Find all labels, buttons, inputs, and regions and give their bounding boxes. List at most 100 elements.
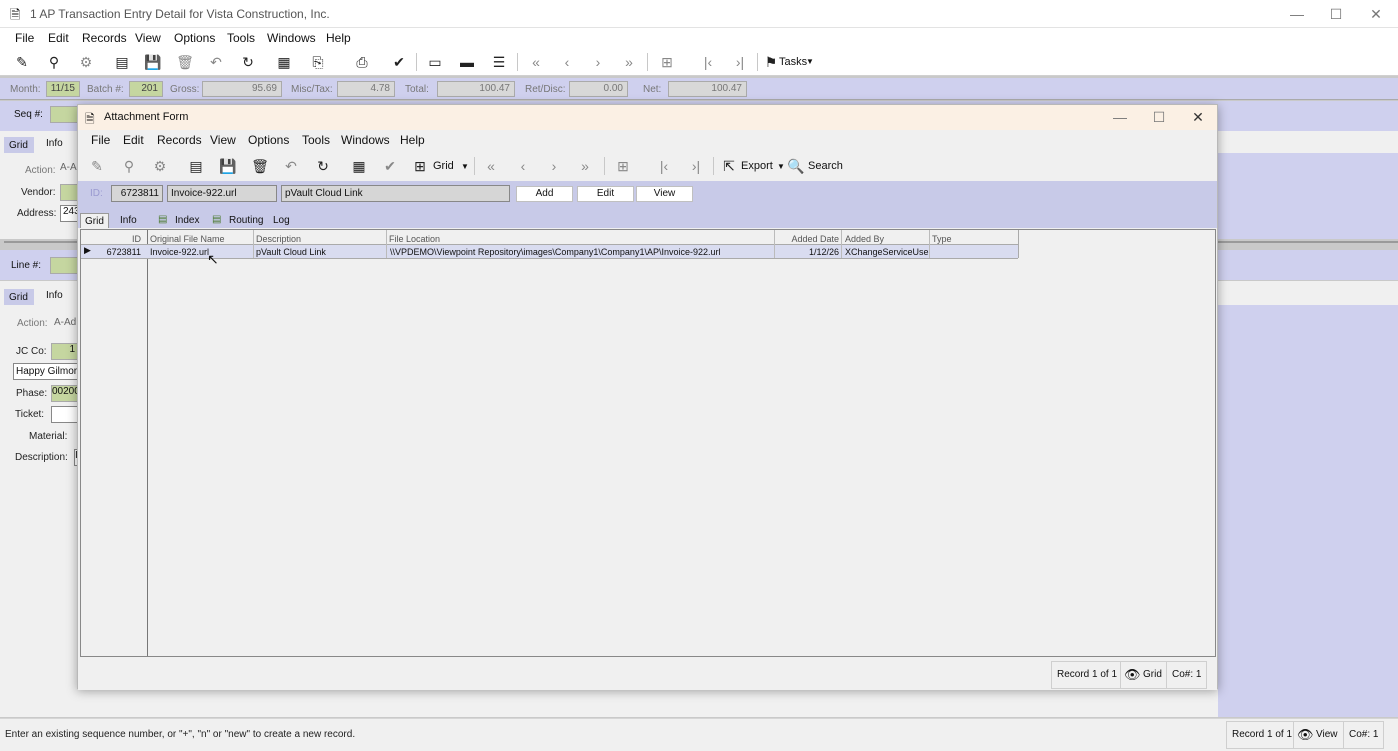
d-refresh-icon[interactable]: ↻ bbox=[313, 156, 333, 176]
minimize-icon[interactable]: — bbox=[1282, 4, 1312, 24]
dmenu-records[interactable]: Records bbox=[157, 133, 202, 147]
col-id[interactable]: ID bbox=[97, 233, 141, 245]
menu-options[interactable]: Options bbox=[174, 31, 215, 45]
layout2-icon[interactable]: ▬ bbox=[457, 52, 477, 72]
col-added-by[interactable]: Added By bbox=[845, 233, 929, 245]
cell-original-file-name[interactable]: Invoice-922.url bbox=[150, 246, 253, 258]
dialog-maximize-icon[interactable]: ☐ bbox=[1144, 107, 1174, 127]
line-field[interactable] bbox=[50, 257, 80, 274]
col-file-location[interactable]: File Location bbox=[389, 233, 774, 245]
filename-field[interactable]: Invoice-922.url bbox=[167, 185, 277, 202]
edit-record-icon[interactable]: ✎ bbox=[12, 52, 32, 72]
dmenu-windows[interactable]: Windows bbox=[341, 133, 390, 147]
d-end-icon[interactable]: ›| bbox=[686, 156, 706, 176]
col-description[interactable]: Description bbox=[256, 233, 386, 245]
d-undo-icon[interactable]: ↶ bbox=[281, 156, 301, 176]
menu-tools[interactable]: Tools bbox=[227, 31, 255, 45]
maximize-icon[interactable]: ☐ bbox=[1321, 4, 1351, 24]
action-value[interactable]: A-A bbox=[60, 162, 77, 173]
d-lookup-icon[interactable]: ▦ bbox=[349, 156, 369, 176]
d-new-icon[interactable]: ▤ bbox=[186, 156, 206, 176]
dialog-grid-mode[interactable]: 👁 Grid bbox=[1120, 661, 1168, 689]
close-icon[interactable]: ✕ bbox=[1361, 4, 1391, 24]
menu-file[interactable]: File bbox=[15, 31, 34, 45]
view-button[interactable]: View bbox=[636, 186, 693, 202]
cell-description[interactable]: pVault Cloud Link bbox=[256, 246, 386, 258]
view-mode[interactable]: 👁 View bbox=[1293, 721, 1344, 749]
dmenu-help[interactable]: Help bbox=[400, 133, 425, 147]
search-button[interactable]: Search bbox=[808, 160, 843, 172]
d-grid-menu[interactable]: Grid bbox=[433, 160, 454, 172]
d-delete-icon[interactable]: 🗑 bbox=[250, 156, 270, 176]
d-settings-icon[interactable]: ⚙ bbox=[150, 156, 170, 176]
tasks-menu[interactable]: Tasks bbox=[779, 56, 807, 68]
settings-icon[interactable]: ⚙ bbox=[76, 52, 96, 72]
d-table-icon[interactable]: ⊞ bbox=[613, 156, 633, 176]
dialog-close-icon[interactable]: ✕ bbox=[1183, 107, 1213, 127]
spellcheck-icon[interactable]: ✔ bbox=[389, 52, 409, 72]
col-type[interactable]: Type bbox=[932, 233, 1016, 245]
attach-icon[interactable]: ⎘ bbox=[308, 52, 328, 72]
d-spellcheck-icon[interactable]: ✔ bbox=[380, 156, 400, 176]
d-next-icon[interactable]: › bbox=[544, 156, 564, 176]
d-save-icon[interactable]: 💾 bbox=[218, 156, 238, 176]
col-original-file-name[interactable]: Original File Name bbox=[150, 233, 253, 245]
tab-info-lines[interactable]: Info bbox=[46, 290, 63, 301]
phase-field[interactable]: 00200 bbox=[51, 385, 79, 402]
menu-view[interactable]: View bbox=[135, 31, 161, 45]
batch-field[interactable]: 201 bbox=[129, 81, 163, 97]
refresh-icon[interactable]: ↻ bbox=[238, 52, 258, 72]
print-icon[interactable]: ⎙ bbox=[352, 52, 372, 72]
dialog-minimize-icon[interactable]: — bbox=[1105, 107, 1135, 127]
dmenu-edit[interactable]: Edit bbox=[123, 133, 144, 147]
layout1-icon[interactable]: ▭ bbox=[425, 52, 445, 72]
d-prev-icon[interactable]: ‹ bbox=[513, 156, 533, 176]
menu-help[interactable]: Help bbox=[326, 31, 351, 45]
dtab-grid[interactable]: Grid bbox=[80, 213, 109, 228]
table-options-icon[interactable]: ⊞ bbox=[657, 52, 677, 72]
prev-record-icon[interactable]: ‹ bbox=[557, 52, 577, 72]
dmenu-file[interactable]: File bbox=[91, 133, 110, 147]
undo-icon[interactable]: ↶ bbox=[206, 52, 226, 72]
dtab-index[interactable]: Index bbox=[171, 213, 203, 228]
last-record-icon[interactable]: » bbox=[619, 52, 639, 72]
cell-type[interactable] bbox=[932, 246, 1016, 258]
edit-button[interactable]: Edit bbox=[577, 186, 634, 202]
seq-field[interactable] bbox=[50, 106, 80, 123]
dtab-routing[interactable]: Routing bbox=[225, 213, 267, 228]
go-start-icon[interactable]: |‹ bbox=[698, 52, 718, 72]
dmenu-tools[interactable]: Tools bbox=[302, 133, 330, 147]
next-record-icon[interactable]: › bbox=[588, 52, 608, 72]
menu-records[interactable]: Records bbox=[82, 31, 127, 45]
description-input[interactable]: pVault Cloud Link bbox=[281, 185, 510, 202]
d-binoculars-icon[interactable]: ⚲ bbox=[119, 156, 139, 176]
menu-edit[interactable]: Edit bbox=[48, 31, 69, 45]
cell-added-by[interactable]: XChangeServiceUser bbox=[845, 246, 929, 258]
dtab-log[interactable]: Log bbox=[269, 213, 294, 228]
d-first-icon[interactable]: « bbox=[481, 156, 501, 176]
add-button[interactable]: Add bbox=[516, 186, 573, 202]
export-menu[interactable]: Export bbox=[741, 160, 773, 172]
export-icon[interactable]: ⇱ bbox=[719, 156, 739, 176]
d-edit-icon[interactable]: ✎ bbox=[87, 156, 107, 176]
search-icon[interactable]: 🔍 bbox=[786, 156, 806, 176]
ticket-field[interactable] bbox=[51, 406, 79, 423]
flag-icon[interactable]: ⚑ bbox=[761, 52, 781, 72]
menu-windows[interactable]: Windows bbox=[267, 31, 316, 45]
tab-grid[interactable]: Grid bbox=[9, 140, 28, 151]
col-added-date[interactable]: Added Date bbox=[776, 233, 839, 245]
cell-added-date[interactable]: 1/12/26 bbox=[776, 246, 839, 258]
new-record-icon[interactable]: ▤ bbox=[112, 52, 132, 72]
id-field[interactable]: 6723811 bbox=[111, 185, 163, 202]
tab-info[interactable]: Info bbox=[46, 138, 63, 149]
cell-id[interactable]: 6723811 bbox=[97, 246, 141, 258]
delete-icon[interactable]: 🗑 bbox=[175, 52, 195, 72]
d-grid-icon[interactable]: ⊞ bbox=[410, 156, 430, 176]
d-start-icon[interactable]: |‹ bbox=[654, 156, 674, 176]
dmenu-view[interactable]: View bbox=[210, 133, 236, 147]
dmenu-options[interactable]: Options bbox=[248, 133, 289, 147]
tab-grid-lines[interactable]: Grid bbox=[9, 292, 28, 303]
first-record-icon[interactable]: « bbox=[526, 52, 546, 72]
binoculars-icon[interactable]: ⚲ bbox=[44, 52, 64, 72]
action2-value[interactable]: A-Ad bbox=[54, 317, 76, 328]
